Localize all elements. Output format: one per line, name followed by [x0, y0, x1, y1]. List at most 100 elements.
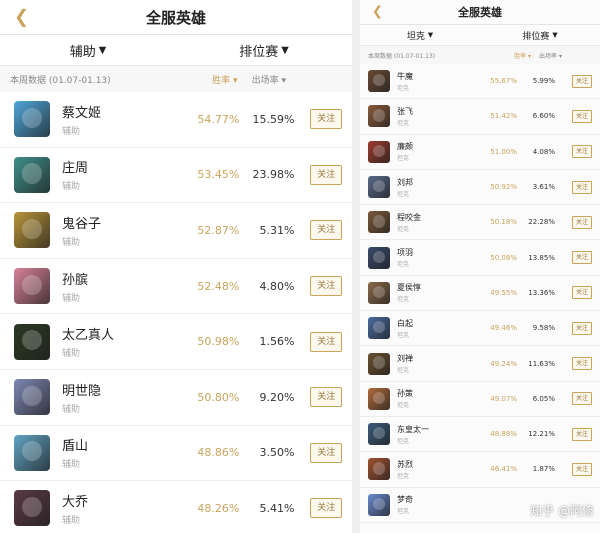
hero-row[interactable]: 项羽 坦克 50.08% 13.85% 关注: [360, 240, 600, 276]
hero-name: 张飞: [397, 106, 413, 116]
hero-names: 孙膑 辅助: [62, 269, 180, 304]
hero-role: 辅助: [62, 404, 81, 415]
hero-avatar: [368, 140, 390, 163]
hero-role: 辅助: [62, 460, 81, 471]
sort-winrate[interactable]: 胜率 ▾: [212, 73, 237, 86]
follow-button[interactable]: 关注: [572, 145, 592, 159]
hero-row[interactable]: 刘邦 坦克 50.92% 3.61% 关注: [360, 170, 600, 206]
hero-avatar: [368, 211, 390, 234]
hero-winrate: 52.87%: [197, 223, 240, 237]
follow-button[interactable]: 关注: [310, 498, 342, 519]
sort-pickrate[interactable]: 出场率 ▾: [539, 51, 562, 60]
back-button[interactable]: ❮: [372, 5, 383, 20]
hero-names: 项羽 坦克: [397, 247, 467, 268]
hero-names: 苏烈 坦克: [397, 459, 467, 480]
caret-down-icon: ▾: [558, 52, 562, 60]
hero-row[interactable]: 太乙真人 辅助 50.98% 1.56% 关注: [0, 314, 352, 370]
hero-name: 梦奇: [397, 495, 413, 505]
caret-down-icon: ▾: [528, 52, 532, 60]
hero-names: 大乔 辅助: [62, 491, 180, 526]
hero-row[interactable]: 廉颇 坦克 51.00% 4.08% 关注: [360, 135, 600, 170]
hero-pickrate: 6.05%: [532, 394, 555, 403]
hero-names: 东皇太一 坦克: [397, 424, 467, 445]
hero-row[interactable]: 程咬金 坦克 50.18% 22.28% 关注: [360, 205, 600, 241]
hero-winrate: 53.45%: [197, 168, 240, 182]
hero-name: 大乔: [62, 494, 89, 510]
hero-row[interactable]: 鬼谷子 辅助 52.87% 5.31% 关注: [0, 203, 352, 259]
hero-row[interactable]: 夏侯惇 坦克 49.55% 13.36% 关注: [360, 276, 600, 312]
hero-name: 刘邦: [397, 177, 413, 187]
hero-pickrate: 3.61%: [532, 183, 555, 192]
sort-pickrate[interactable]: 出场率 ▾: [252, 73, 286, 86]
hero-name: 项羽: [397, 248, 413, 258]
follow-button[interactable]: 关注: [310, 109, 342, 130]
hero-avatar: [14, 323, 50, 360]
follow-button[interactable]: 关注: [572, 74, 592, 88]
follow-button[interactable]: 关注: [572, 109, 592, 123]
hero-row[interactable]: 明世隐 辅助 50.80% 9.20% 关注: [0, 370, 352, 426]
hero-role: 辅助: [62, 293, 81, 304]
hero-role: 坦克: [397, 472, 410, 480]
hero-avatar: [368, 458, 390, 481]
page-title: 全服英雄: [458, 6, 502, 19]
hero-name: 东皇太一: [397, 424, 429, 434]
hero-winrate: 51.00%: [490, 147, 517, 156]
follow-button[interactable]: 关注: [310, 387, 342, 408]
mode-filter[interactable]: 排位赛 ▼: [176, 35, 352, 65]
hero-winrate: 55.67%: [490, 77, 517, 86]
hero-row[interactable]: 大乔 辅助 48.26% 5.41% 关注: [0, 481, 352, 533]
back-button[interactable]: ❮: [14, 7, 29, 28]
hero-row[interactable]: 东皇太一 坦克 48.88% 12.21% 关注: [360, 417, 600, 453]
hero-row[interactable]: 白起 坦克 49.46% 9.58% 关注: [360, 311, 600, 347]
hero-role: 坦克: [397, 296, 410, 304]
hero-role: 坦克: [397, 119, 410, 127]
hero-pickrate: 5.99%: [532, 77, 555, 86]
follow-button[interactable]: 关注: [572, 357, 592, 371]
mode-filter[interactable]: 排位赛 ▼: [480, 25, 600, 45]
follow-button[interactable]: 关注: [572, 462, 592, 476]
follow-button[interactable]: 关注: [310, 164, 342, 185]
hero-row[interactable]: 蔡文姬 辅助 54.77% 15.59% 关注: [0, 92, 352, 148]
hero-winrate: 51.42%: [490, 112, 517, 121]
follow-button[interactable]: 关注: [572, 286, 592, 300]
hero-names: 太乙真人 辅助: [62, 324, 180, 359]
list-subheader: 本周数据 (01.07-01.13) 胜率 ▾ 出场率 ▾: [360, 46, 600, 64]
hero-row[interactable]: 庄周 辅助 53.45% 23.98% 关注: [0, 148, 352, 204]
follow-button[interactable]: 关注: [572, 215, 592, 229]
hero-avatar: [368, 317, 390, 340]
watermark: 知乎 @阿修: [530, 504, 594, 518]
hero-pickrate: 4.80%: [259, 279, 295, 293]
hero-row[interactable]: 孙策 坦克 49.07% 6.05% 关注: [360, 382, 600, 417]
caret-down-icon: ▾: [281, 75, 286, 86]
hero-row[interactable]: 张飞 坦克 51.42% 6.60% 关注: [360, 99, 600, 135]
follow-button[interactable]: 关注: [572, 321, 592, 335]
hero-row[interactable]: 苏烈 坦克 46.41% 1.87% 关注: [360, 452, 600, 488]
follow-button[interactable]: 关注: [310, 331, 342, 352]
hero-names: 盾山 辅助: [62, 435, 180, 470]
hero-row[interactable]: 孙膑 辅助 52.48% 4.80% 关注: [0, 259, 352, 315]
follow-button[interactable]: 关注: [572, 427, 592, 441]
sort-winrate[interactable]: 胜率 ▾: [514, 51, 531, 60]
hero-row[interactable]: 盾山 辅助 48.86% 3.50% 关注: [0, 426, 352, 482]
left-panel: ❮ 全服英雄 辅助 ▼ 排位赛 ▼ 本周数据 (01.07-01.13) 胜率 …: [0, 0, 352, 533]
hero-avatar: [368, 281, 390, 304]
hero-pickrate: 1.87%: [532, 465, 555, 474]
hero-role: 坦克: [397, 155, 410, 163]
mode-filter-label: 排位赛: [522, 31, 550, 42]
hero-row[interactable]: 牛魔 坦克 55.67% 5.99% 关注: [360, 64, 600, 100]
hero-winrate: 46.41%: [490, 465, 517, 474]
hero-pickrate: 22.28%: [528, 218, 555, 227]
follow-button[interactable]: 关注: [572, 392, 592, 406]
hero-row[interactable]: 刘禅 坦克 49.24% 11.63% 关注: [360, 346, 600, 382]
role-filter[interactable]: 坦克 ▼: [360, 25, 480, 45]
follow-button[interactable]: 关注: [310, 442, 342, 463]
follow-button[interactable]: 关注: [572, 251, 592, 265]
hero-name: 牛魔: [397, 71, 413, 81]
hero-avatar: [14, 434, 50, 471]
hero-pickrate: 9.58%: [532, 324, 555, 333]
follow-button[interactable]: 关注: [310, 220, 342, 241]
role-filter[interactable]: 辅助 ▼: [0, 35, 176, 65]
hero-name: 盾山: [62, 439, 89, 455]
follow-button[interactable]: 关注: [310, 276, 342, 297]
follow-button[interactable]: 关注: [572, 180, 592, 194]
